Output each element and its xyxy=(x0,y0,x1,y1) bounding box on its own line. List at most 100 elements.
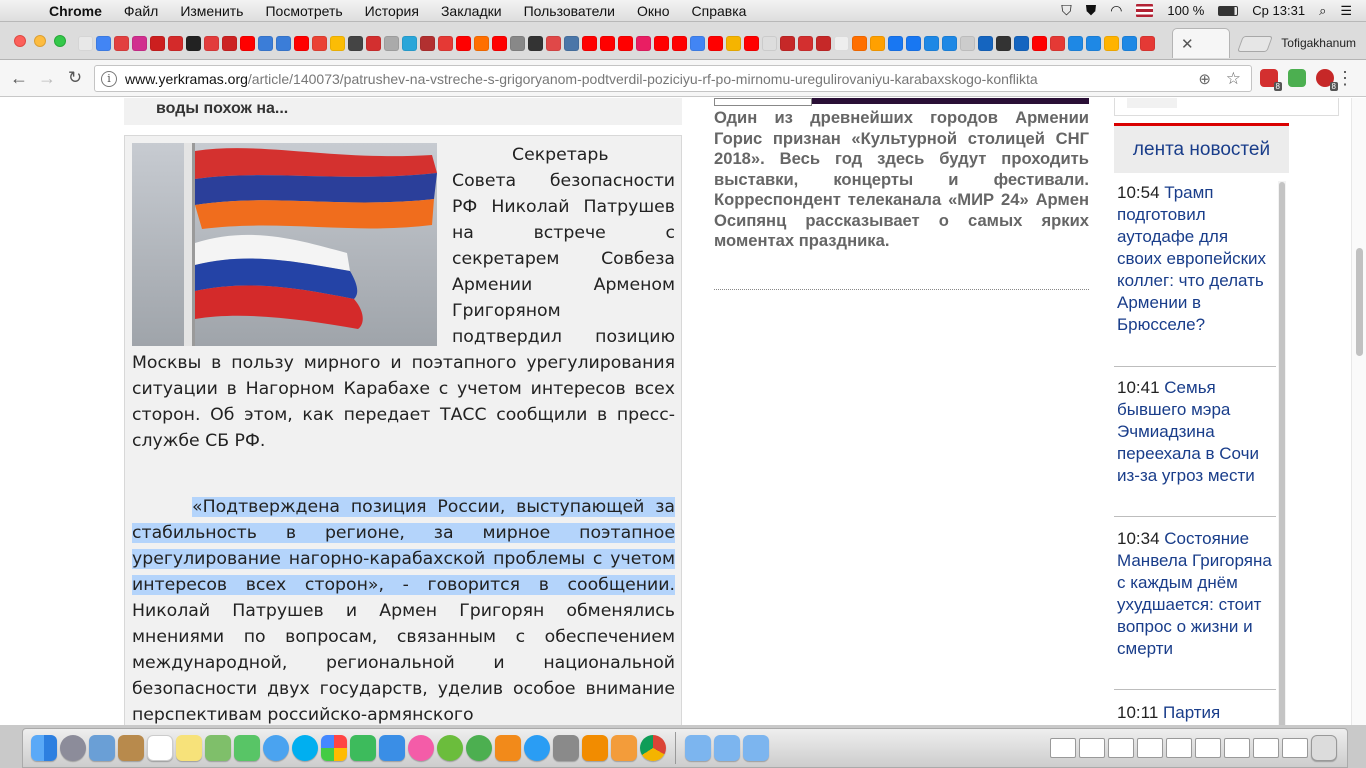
tab-favicon[interactable] xyxy=(582,35,597,51)
skype-icon[interactable] xyxy=(292,735,318,761)
profile-name[interactable]: Tofigakhanum xyxy=(1281,36,1356,50)
tab-favicon[interactable] xyxy=(510,35,525,51)
tab-favicon[interactable] xyxy=(726,35,741,51)
applications-folder-icon[interactable] xyxy=(685,735,711,761)
vpn-shield-icon[interactable]: ⛊ xyxy=(1086,2,1097,19)
menu-window[interactable]: Окно xyxy=(626,3,681,19)
address-bar[interactable]: i www.yerkramas.org /article/140073/patr… xyxy=(94,65,1252,92)
notification-center-icon[interactable]: ☰ xyxy=(1340,3,1352,19)
photo-booth-icon[interactable] xyxy=(205,735,231,761)
menu-people[interactable]: Пользователи xyxy=(513,3,626,19)
tab-favicon[interactable] xyxy=(978,35,993,51)
ibooks-icon[interactable] xyxy=(495,735,521,761)
tab-favicon[interactable] xyxy=(1014,35,1029,51)
tab-close-icon[interactable]: ✕ xyxy=(1181,35,1194,53)
menu-help[interactable]: Справка xyxy=(681,3,758,19)
bookmark-star-icon[interactable]: ☆ xyxy=(1226,69,1241,89)
tab-favicon[interactable] xyxy=(618,35,633,51)
tab-favicon[interactable] xyxy=(870,35,885,51)
photos-icon[interactable] xyxy=(321,735,347,761)
notes-icon[interactable] xyxy=(176,735,202,761)
tab-favicon[interactable] xyxy=(474,35,489,51)
tab-favicon[interactable] xyxy=(780,35,795,51)
tab-favicon[interactable] xyxy=(564,35,579,51)
tab-favicon[interactable] xyxy=(942,35,957,51)
abp-extension-icon[interactable]: 8 xyxy=(1316,69,1338,91)
minimized-window[interactable] xyxy=(1253,738,1279,758)
minimized-window[interactable] xyxy=(1137,738,1163,758)
tab-favicon[interactable] xyxy=(546,35,561,51)
menu-bookmarks[interactable]: Закладки xyxy=(430,3,513,19)
tab-favicon[interactable] xyxy=(150,35,165,51)
keynote-icon[interactable] xyxy=(379,735,405,761)
video-description[interactable]: Один из древнейших городов Армении Горис… xyxy=(714,108,1089,252)
news-item[interactable]: 10:11 Партия xyxy=(1114,702,1276,725)
tab-favicon[interactable] xyxy=(438,35,453,51)
page-scrollbar[interactable] xyxy=(1351,98,1366,725)
tab-favicon[interactable] xyxy=(690,35,705,51)
tab-favicon[interactable] xyxy=(834,35,849,51)
tab-favicon[interactable] xyxy=(1068,35,1083,51)
minimized-window[interactable] xyxy=(1079,738,1105,758)
tab-favicon[interactable] xyxy=(708,35,723,51)
tab-favicon[interactable] xyxy=(636,35,651,51)
tab-favicon[interactable] xyxy=(762,35,777,51)
launchpad-icon[interactable] xyxy=(60,735,86,761)
tab-favicon[interactable] xyxy=(240,35,255,51)
tab-favicon[interactable] xyxy=(402,35,417,51)
browser-menu-icon[interactable]: ⋮ xyxy=(1336,68,1354,88)
download-extension-icon[interactable] xyxy=(1288,69,1306,87)
news-title[interactable]: Состояние Манвела Григоряна с каждым днё… xyxy=(1117,529,1272,658)
tab-favicon[interactable] xyxy=(1050,35,1065,51)
downloads-folder-icon[interactable] xyxy=(743,735,769,761)
preview-icon[interactable] xyxy=(89,735,115,761)
news-item[interactable]: 10:54 Трамп подготовил аутодафе для свои… xyxy=(1114,182,1276,367)
menu-app-name[interactable]: Chrome xyxy=(38,3,113,19)
tab-favicon[interactable] xyxy=(204,35,219,51)
back-button[interactable]: ← xyxy=(8,68,30,89)
system-preferences-icon[interactable] xyxy=(553,735,579,761)
tab-favicon[interactable] xyxy=(78,35,93,51)
window-close-button[interactable] xyxy=(14,35,26,47)
vlc-icon[interactable] xyxy=(582,735,608,761)
tab-favicon[interactable] xyxy=(528,35,543,51)
utorrent-icon[interactable] xyxy=(437,735,463,761)
tab-favicon[interactable] xyxy=(330,35,345,51)
wifi-icon[interactable]: ◠ xyxy=(1110,2,1122,19)
pages-icon[interactable] xyxy=(611,735,637,761)
downloader-icon[interactable] xyxy=(466,735,492,761)
tab-favicon[interactable] xyxy=(348,35,363,51)
chrome-icon[interactable] xyxy=(640,735,666,761)
video-thumbnail-bottom[interactable] xyxy=(714,98,1089,106)
tab-favicon[interactable] xyxy=(852,35,867,51)
facetime-icon[interactable] xyxy=(234,735,260,761)
news-title[interactable]: Партия xyxy=(1163,703,1220,722)
tab-favicon[interactable] xyxy=(906,35,921,51)
tab-favicon[interactable] xyxy=(456,35,471,51)
news-title[interactable]: Трамп подготовил аутодафе для своих евро… xyxy=(1117,183,1266,334)
menu-edit[interactable]: Изменить xyxy=(169,3,254,19)
tab-favicon[interactable] xyxy=(960,35,975,51)
tab-favicon[interactable] xyxy=(1140,35,1155,51)
minimized-window[interactable] xyxy=(1166,738,1192,758)
app-store-icon[interactable] xyxy=(524,735,550,761)
adblock-extension-icon[interactable]: 8 xyxy=(1260,69,1282,91)
news-item[interactable]: 10:34 Состояние Манвела Григоряна с кажд… xyxy=(1114,528,1276,690)
tab-favicon[interactable] xyxy=(672,35,687,51)
news-scrollbar-thumb[interactable] xyxy=(1279,182,1285,725)
tab-favicon[interactable] xyxy=(420,35,435,51)
battery-icon[interactable] xyxy=(1218,5,1239,16)
tab-favicon[interactable] xyxy=(888,35,903,51)
tab-favicon[interactable] xyxy=(366,35,381,51)
tab-favicon[interactable] xyxy=(1032,35,1047,51)
documents-folder-icon[interactable] xyxy=(714,735,740,761)
active-tab[interactable]: ✕ xyxy=(1172,28,1230,58)
news-item[interactable]: 10:41 Семья бывшего мэра Эчмиадзина пере… xyxy=(1114,377,1276,517)
site-info-icon[interactable]: i xyxy=(101,70,117,87)
tab-favicon[interactable] xyxy=(600,35,615,51)
reload-button[interactable]: ↻ xyxy=(64,68,86,88)
tab-favicon[interactable] xyxy=(492,35,507,51)
tab-favicon[interactable] xyxy=(816,35,831,51)
tab-favicon[interactable] xyxy=(222,35,237,51)
tab-favicon[interactable] xyxy=(186,35,201,51)
